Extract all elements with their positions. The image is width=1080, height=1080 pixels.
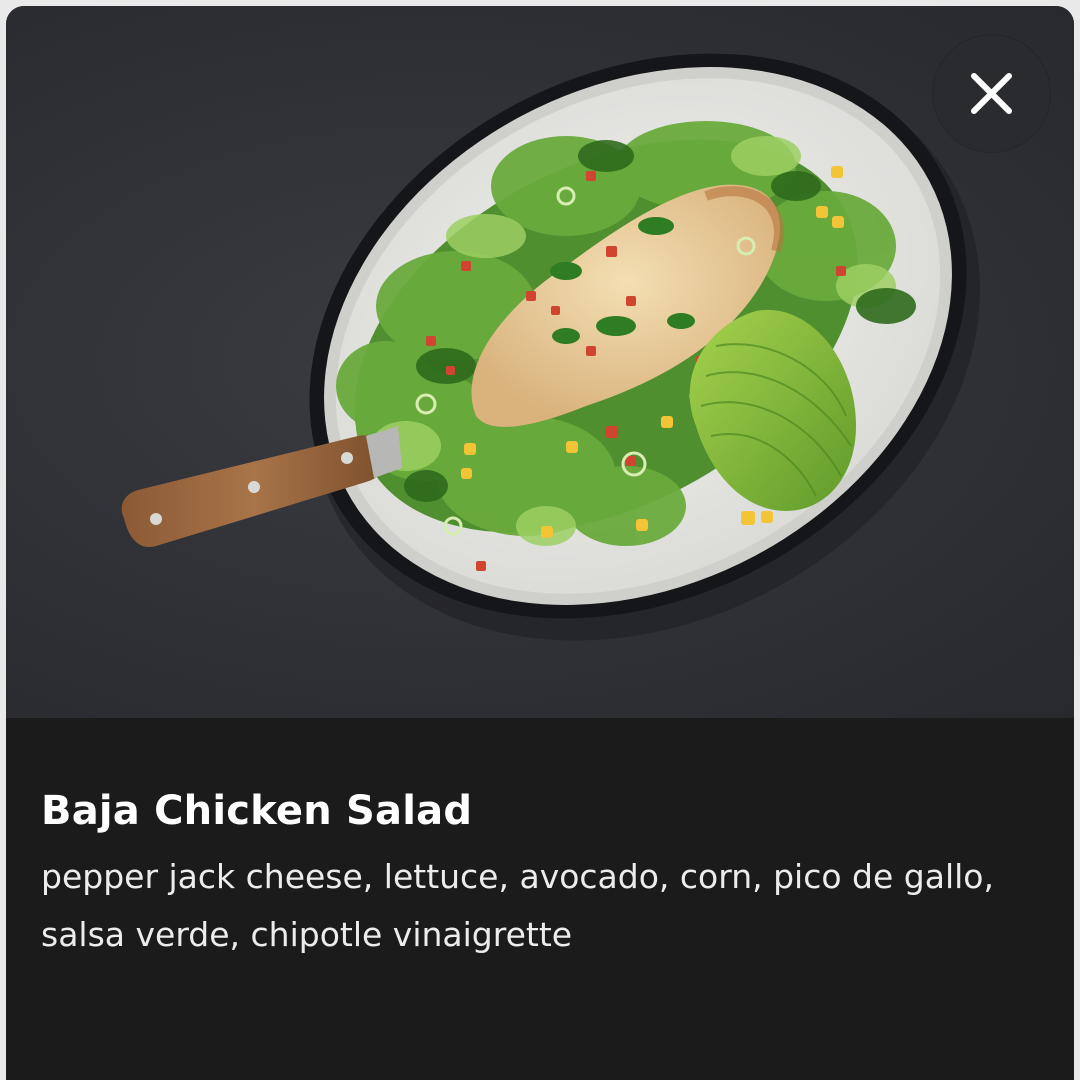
close-icon (971, 73, 1012, 114)
close-button[interactable] (933, 35, 1050, 152)
salad-plate-illustration (121, 53, 981, 641)
item-info-panel: Baja Chicken Salad pepper jack cheese, l… (6, 718, 1074, 1080)
item-photo (6, 6, 1074, 718)
item-ingredients: pepper jack cheese, lettuce, avocado, co… (41, 857, 994, 954)
item-detail-card: Baja Chicken Salad pepper jack cheese, l… (6, 6, 1074, 1080)
item-title: Baja Chicken Salad (41, 788, 473, 834)
